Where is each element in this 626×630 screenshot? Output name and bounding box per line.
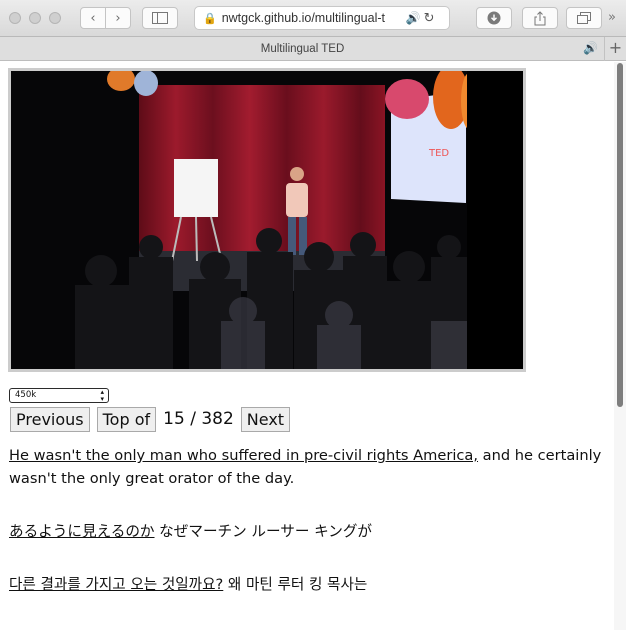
video-player[interactable]: TED xyxy=(8,68,526,372)
chevron-right-icon: › xyxy=(115,10,121,26)
back-button[interactable]: ‹ xyxy=(80,7,106,29)
quality-select[interactable]: 450k ▴ ▾ xyxy=(9,388,109,403)
next-button[interactable]: Next xyxy=(240,406,291,432)
chevron-left-icon: ‹ xyxy=(90,10,96,26)
subtitle-english-highlight[interactable]: He wasn't the only man who suffered in p… xyxy=(9,447,478,464)
chevrons-right-icon[interactable]: » xyxy=(608,10,616,25)
lock-icon: 🔒 xyxy=(203,11,217,25)
new-tab-button[interactable]: + xyxy=(604,37,626,61)
counter-separator: / xyxy=(190,409,196,429)
subtitle-navigation: Previous Top of 15 / 382 Next xyxy=(10,406,291,432)
subtitle-japanese: あるように見えるのか なぜマーチン ルーサー キングが xyxy=(9,520,609,543)
subtitle-japanese-rest: なぜマーチン ルーサー キングが xyxy=(159,523,373,540)
quality-selected-value: 450k xyxy=(15,390,37,400)
speaker-icon[interactable]: 🔊 xyxy=(406,11,421,25)
sidebar-icon xyxy=(152,12,168,24)
subtitle-counter: 15 / 382 xyxy=(163,409,234,429)
address-url: nwtgck.github.io/multilingual-t xyxy=(221,11,385,25)
video-scene: TED xyxy=(11,71,523,369)
downloads-button[interactable] xyxy=(476,7,512,29)
zoom-window-icon[interactable] xyxy=(49,12,61,24)
select-arrows-icon: ▴ ▾ xyxy=(100,388,104,403)
top-button[interactable]: Top of xyxy=(96,406,157,432)
address-bar[interactable]: 🔒 nwtgck.github.io/multilingual-t 🔊 ↻ xyxy=(194,6,450,30)
forward-button[interactable]: › xyxy=(105,7,131,29)
share-button[interactable] xyxy=(522,7,558,29)
subtitle-korean: 다른 결과를 가지고 오는 것일까요? 왜 마틴 루터 킹 목사는 xyxy=(9,573,609,596)
tabs-overview-icon xyxy=(577,12,591,24)
sidebar-toggle-button[interactable] xyxy=(142,7,178,29)
minimize-window-icon[interactable] xyxy=(29,12,41,24)
subtitle-korean-rest: 왜 마틴 루터 킹 목사는 xyxy=(227,576,368,593)
subtitle-japanese-highlight[interactable]: あるように見えるのか xyxy=(9,523,155,540)
close-window-icon[interactable] xyxy=(9,12,21,24)
tabs-overview-button[interactable] xyxy=(566,7,602,29)
svg-text:TED: TED xyxy=(428,148,449,159)
video-frame[interactable]: TED xyxy=(11,71,523,369)
tab-bar: Multilingual TED 🔊 + xyxy=(0,37,626,61)
page-content: TED 450k ▴ ▾ Previous Top of 15 / 382 Ne… xyxy=(0,62,614,630)
download-icon xyxy=(487,11,501,25)
subtitle-english: He wasn't the only man who suffered in p… xyxy=(9,444,609,490)
tab-speaker-icon[interactable]: 🔊 xyxy=(583,41,598,55)
total-count: 382 xyxy=(201,409,234,429)
previous-button[interactable]: Previous xyxy=(10,406,90,432)
reload-icon[interactable]: ↻ xyxy=(424,11,435,26)
scrollbar-thumb[interactable] xyxy=(617,63,623,407)
tab-title[interactable]: Multilingual TED xyxy=(0,37,605,61)
subtitle-korean-highlight[interactable]: 다른 결과를 가지고 오는 것일까요? xyxy=(9,576,223,593)
share-icon xyxy=(534,10,546,25)
current-index: 15 xyxy=(163,409,185,429)
plus-icon: + xyxy=(608,38,623,57)
browser-toolbar: ‹ › 🔒 nwtgck.github.io/multilingual-t 🔊 … xyxy=(0,0,626,37)
